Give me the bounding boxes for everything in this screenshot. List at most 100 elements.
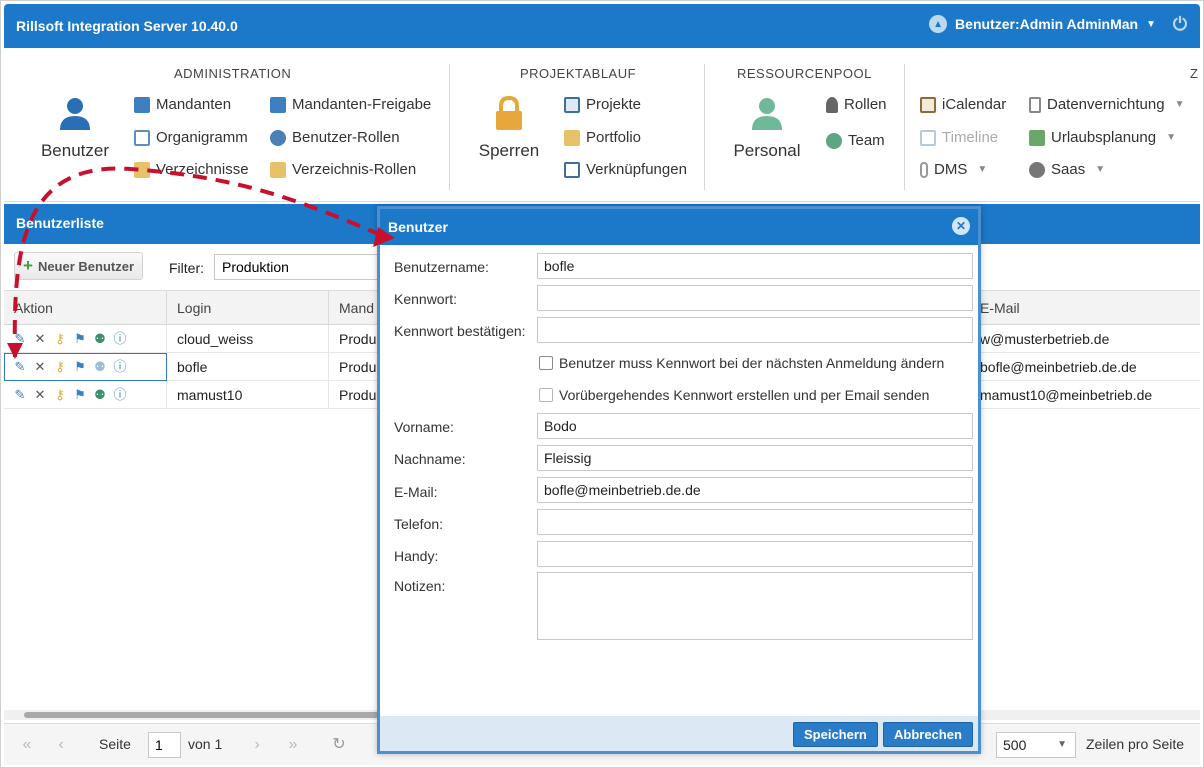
key-icon[interactable]: ⚷: [52, 331, 68, 347]
chevron-down-icon[interactable]: ▼: [977, 164, 987, 175]
page-number-input[interactable]: [148, 732, 181, 758]
new-user-button[interactable]: + Neuer Benutzer: [14, 252, 144, 280]
row-actions: ✎ ✕ ⚷ ⚑ ⚉ ⓘ: [4, 381, 167, 409]
users-icon[interactable]: ⚉: [92, 387, 108, 403]
ribbon-item-icalendar[interactable]: iCalendar: [920, 96, 1006, 113]
temp-password-checkbox[interactable]: Vorübergehendes Kennwort erstellen und p…: [539, 387, 929, 403]
rows-per-page-select[interactable]: 500 ▼: [996, 732, 1076, 758]
ribbon-item-organigramm[interactable]: Organigramm: [134, 129, 248, 146]
chevron-down-icon[interactable]: ▼: [1166, 132, 1176, 143]
password-confirm-field[interactable]: [537, 317, 973, 343]
person-icon: [752, 98, 782, 130]
factory-icon: [134, 96, 150, 113]
dialog-header: Benutzer ✕: [380, 209, 978, 245]
save-button[interactable]: Speichern: [793, 722, 878, 747]
ribbon-item-benutzer-rollen[interactable]: Benutzer-Rollen: [270, 129, 400, 146]
phone-label: Telefon:: [394, 516, 444, 532]
delete-icon[interactable]: ✕: [32, 331, 48, 347]
must-change-password-checkbox[interactable]: Benutzer muss Kennwort bei der nächsten …: [539, 355, 944, 371]
vacation-icon: [1029, 129, 1045, 146]
password-field[interactable]: [537, 285, 973, 311]
last-page-icon[interactable]: »: [282, 734, 304, 756]
mobile-field[interactable]: [537, 541, 973, 567]
ribbon-item-timeline[interactable]: Timeline: [920, 129, 998, 146]
group-title-administration: ADMINISTRATION: [174, 66, 292, 81]
checkbox-box[interactable]: [539, 388, 553, 402]
chevron-down-icon[interactable]: ▼: [1175, 99, 1185, 110]
row-login: cloud_weiss: [167, 325, 329, 353]
ribbon-item-rollen[interactable]: Rollen: [826, 96, 887, 113]
ribbon-separator: [704, 64, 705, 190]
ribbon-item-datenvernichtung[interactable]: Datenvernichtung ▼: [1029, 96, 1184, 113]
username-field[interactable]: [537, 253, 973, 279]
prev-page-icon[interactable]: ‹: [50, 734, 72, 756]
ribbon: ADMINISTRATION Benutzer Mandanten Organi…: [4, 48, 1200, 202]
users-icon[interactable]: ⚉: [92, 331, 108, 347]
row-email: bofle@meinbetrieb.de.de: [980, 359, 1137, 375]
gears-icon: [1029, 161, 1045, 178]
sperren-button[interactable]: Sperren: [472, 95, 546, 161]
email-field[interactable]: [537, 477, 973, 503]
key-icon[interactable]: ⚷: [52, 387, 68, 403]
info-icon[interactable]: ⓘ: [112, 387, 128, 403]
ribbon-item-mandanten[interactable]: Mandanten: [134, 96, 231, 113]
username-label: Benutzername:: [394, 259, 489, 275]
benutzer-button[interactable]: Benutzer: [38, 96, 112, 161]
column-header-login[interactable]: Login: [167, 291, 329, 325]
app-title: Rillsoft Integration Server 10.40.0: [16, 18, 238, 34]
lastname-field[interactable]: [537, 445, 973, 471]
ribbon-item-verzeichnis-rollen[interactable]: Verzeichnis-Rollen: [270, 161, 416, 178]
info-icon[interactable]: ⓘ: [112, 359, 128, 375]
row-actions: ✎ ✕ ⚷ ⚑ ⚉ ⓘ: [4, 353, 167, 381]
delete-icon[interactable]: ✕: [32, 359, 48, 375]
password-label: Kennwort:: [394, 291, 458, 307]
sperren-label: Sperren: [478, 141, 540, 160]
firstname-field[interactable]: [537, 413, 973, 439]
delete-icon[interactable]: ✕: [32, 387, 48, 403]
next-page-icon[interactable]: ›: [246, 734, 268, 756]
ribbon-item-portfolio[interactable]: Portfolio: [564, 129, 641, 146]
close-icon[interactable]: ✕: [952, 217, 970, 235]
edit-icon[interactable]: ✎: [12, 359, 28, 375]
checkbox-box[interactable]: [539, 356, 553, 370]
ribbon-item-urlaubsplanung[interactable]: Urlaubsplanung ▼: [1029, 129, 1176, 146]
ribbon-item-verzeichnisse[interactable]: Verzeichnisse: [134, 161, 249, 178]
cancel-button[interactable]: Abbrechen: [883, 722, 973, 747]
client-assign-icon[interactable]: ⚑: [72, 331, 88, 347]
ribbon-item-verknuepfungen[interactable]: Verknüpfungen: [564, 161, 687, 178]
notes-textarea[interactable]: [537, 572, 973, 640]
ribbon-item-mandanten-freigabe[interactable]: Mandanten-Freigabe: [270, 96, 431, 113]
column-header-aktion[interactable]: Aktion: [4, 291, 167, 325]
page-count: von 1: [188, 736, 223, 752]
row-email: w@musterbetrieb.de: [980, 331, 1110, 347]
top-bar: Rillsoft Integration Server 10.40.0 ▲ Be…: [4, 4, 1200, 48]
users-icon[interactable]: ⚉: [92, 359, 108, 375]
scrollbar-thumb[interactable]: [24, 712, 384, 718]
link-icon: [564, 161, 580, 178]
personal-button[interactable]: Personal: [730, 96, 804, 161]
row-actions: ✎ ✕ ⚷ ⚑ ⚉ ⓘ: [4, 325, 167, 353]
chevron-down-icon[interactable]: ▼: [1095, 164, 1105, 175]
chevron-down-icon[interactable]: ▼: [1146, 19, 1156, 30]
filter-input[interactable]: [214, 254, 394, 280]
refresh-icon[interactable]: ↻: [328, 734, 350, 756]
ribbon-item-team[interactable]: Team: [826, 132, 885, 149]
user-dialog: Benutzer ✕ Benutzername: Kennwort: Kennw…: [377, 206, 981, 754]
info-icon[interactable]: ⓘ: [112, 331, 128, 347]
ribbon-item-dms[interactable]: DMS ▼: [920, 161, 987, 178]
first-page-icon[interactable]: «: [16, 734, 38, 756]
edit-icon[interactable]: ✎: [12, 331, 28, 347]
client-assign-icon[interactable]: ⚑: [72, 387, 88, 403]
key-icon[interactable]: ⚷: [52, 359, 68, 375]
ribbon-item-saas[interactable]: Saas ▼: [1029, 161, 1105, 178]
page-label: Seite: [99, 736, 131, 752]
power-icon[interactable]: ⏻: [1170, 14, 1190, 34]
column-header-email[interactable]: E-Mail: [970, 291, 1200, 325]
client-assign-icon[interactable]: ⚑: [72, 359, 88, 375]
edit-icon[interactable]: ✎: [12, 387, 28, 403]
chevron-up-icon[interactable]: ▲: [929, 15, 948, 33]
phone-field[interactable]: [537, 509, 973, 535]
user-menu[interactable]: ▲ Benutzer:Admin AdminMan ▼ ⏻: [929, 14, 1190, 34]
ribbon-item-projekte[interactable]: Projekte: [564, 96, 641, 113]
user-name[interactable]: Benutzer:Admin AdminMan: [955, 16, 1138, 32]
